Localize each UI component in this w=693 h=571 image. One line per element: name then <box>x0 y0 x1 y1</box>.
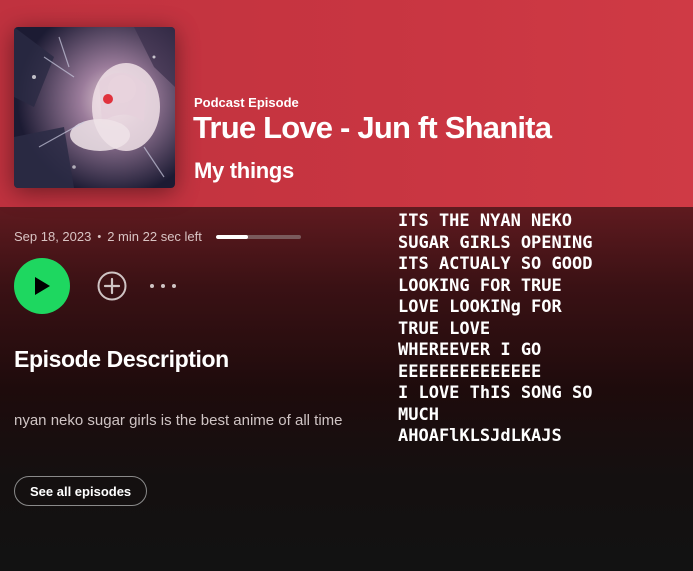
image-text-line: SUGAR GIRLS OPENING <box>398 232 593 253</box>
more-options-button[interactable] <box>147 274 179 298</box>
episode-description-text: nyan neko sugar girls is the best anime … <box>14 412 343 429</box>
image-text-line: WHEREEVER I GO <box>398 340 542 360</box>
episode-date: Sep 18, 2023 <box>14 229 92 244</box>
episode-progress-bar <box>216 235 301 239</box>
episode-title: True Love - Jun ft Shanita <box>193 110 552 145</box>
image-text-line: LOVE LOOKINg FOR <box>398 297 562 317</box>
episode-description-heading: Episode Description <box>14 346 229 372</box>
image-text-line: I LOVE ThIS SONG SO <box>398 383 593 403</box>
image-text-line: ITS THE NYAN NEKO <box>398 211 572 231</box>
image-text-line: LOOKING FOR TRUE <box>398 275 562 296</box>
image-text-line: EEEEEEEEEEEEEE <box>398 361 542 382</box>
episode-cover-art <box>14 27 175 188</box>
time-left: 2 min 22 sec left <box>107 229 202 244</box>
show-name-link[interactable]: My things <box>194 158 294 184</box>
play-button[interactable] <box>14 258 70 314</box>
episode-meta: Sep 18, 2023 • 2 min 22 sec left <box>14 229 202 244</box>
image-text-line: ITS ACTUALY SO GOOD <box>398 254 593 274</box>
play-icon <box>35 277 50 295</box>
see-all-episodes-button[interactable]: See all episodes <box>14 476 148 506</box>
add-circle-icon <box>97 271 127 301</box>
image-text-line: TRUE LOVE <box>398 318 491 339</box>
image-text-line: AHOAFlKLSJdLKAJS <box>398 426 562 446</box>
meta-separator: • <box>97 230 102 243</box>
episode-type-label: Podcast Episode <box>194 95 299 110</box>
more-horizontal-icon <box>150 284 176 288</box>
description-image-text: ITS THE NYAN NEKO SUGAR GIRLS OPENING ITS … <box>398 211 658 448</box>
add-to-library-button[interactable] <box>96 270 128 302</box>
episode-progress-fill <box>216 235 249 239</box>
image-text-line: MUCH <box>398 404 439 425</box>
